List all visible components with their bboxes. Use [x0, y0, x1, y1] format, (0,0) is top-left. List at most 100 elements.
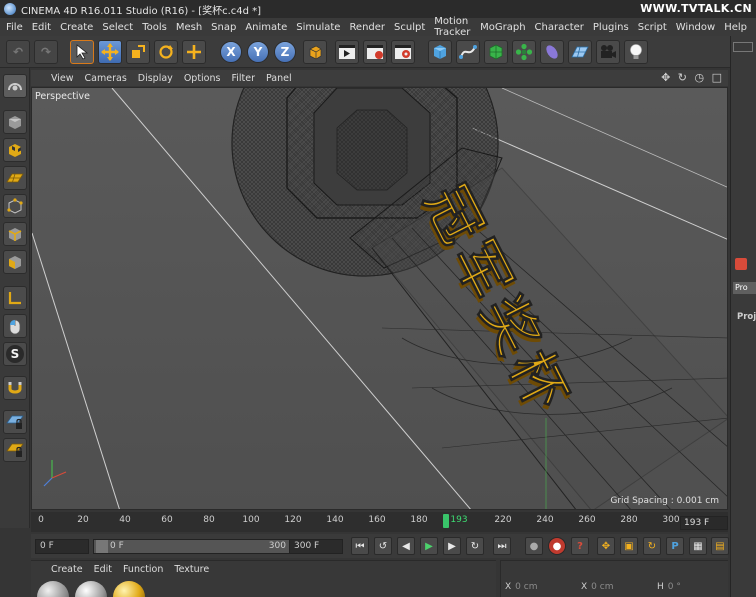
- camera-icon[interactable]: [596, 40, 620, 64]
- solo-icon[interactable]: S: [3, 342, 27, 366]
- timeline-window-icon[interactable]: ▤: [711, 537, 729, 555]
- range-slider-handle[interactable]: [96, 540, 108, 553]
- viewport-menu-filter[interactable]: Filter: [231, 73, 255, 84]
- scale-icon[interactable]: [126, 40, 150, 64]
- menu-simulate[interactable]: Simulate: [296, 22, 340, 33]
- layout-icon[interactable]: [3, 74, 27, 98]
- viewport-camera-label[interactable]: Perspective: [35, 91, 90, 102]
- redo-icon[interactable]: ↷: [34, 40, 58, 64]
- coord-x-size[interactable]: X0 cm: [581, 582, 613, 592]
- perspective-viewport[interactable]: 冠军奖杯 冠军奖杯 Perspective Grid Spacing : 0.0…: [31, 87, 728, 510]
- viewport-menu-panel[interactable]: Panel: [266, 73, 292, 84]
- viewport-menu-options[interactable]: Options: [184, 73, 221, 84]
- polygons-mode-icon[interactable]: [3, 250, 27, 274]
- render-picture-viewer-icon[interactable]: [363, 40, 387, 64]
- coord-x-label: X: [505, 582, 512, 592]
- key-position-icon[interactable]: ✥: [597, 537, 615, 555]
- menu-motion-tracker[interactable]: Motion Tracker: [434, 16, 471, 38]
- tweak-mode-icon[interactable]: [3, 314, 27, 338]
- coord-x-position[interactable]: X0 cm: [505, 582, 537, 592]
- menu-character[interactable]: Character: [535, 22, 584, 33]
- menu-mograph[interactable]: MoGraph: [480, 22, 525, 33]
- render-view-icon[interactable]: [335, 40, 359, 64]
- viewport-menu-display[interactable]: Display: [138, 73, 173, 84]
- model-mode-icon[interactable]: [3, 110, 27, 134]
- points-mode-icon[interactable]: [3, 194, 27, 218]
- play-icon[interactable]: ▶: [420, 537, 438, 555]
- project-tab[interactable]: Pro: [733, 282, 756, 294]
- menu-help[interactable]: Help: [724, 22, 747, 33]
- timeline-ruler[interactable]: 0 20 40 60 80 100 120 140 160 180 220 24…: [31, 512, 728, 532]
- menu-edit[interactable]: Edit: [32, 22, 51, 33]
- menu-plugins[interactable]: Plugins: [593, 22, 629, 33]
- key-pla-icon[interactable]: ▦: [689, 537, 707, 555]
- viewport-scene: 冠军奖杯 冠军奖杯: [32, 88, 727, 509]
- end-frame-field[interactable]: 300 F: [289, 539, 343, 554]
- menu-mesh[interactable]: Mesh: [176, 22, 202, 33]
- autokey-icon[interactable]: ●: [548, 537, 566, 555]
- floor-icon[interactable]: [568, 40, 592, 64]
- workplane-lock-icon[interactable]: [3, 438, 27, 462]
- cube-icon[interactable]: [428, 40, 452, 64]
- rotate-icon[interactable]: [154, 40, 178, 64]
- axis-mode-icon[interactable]: [3, 286, 27, 310]
- z-axis-lock-icon[interactable]: Z: [274, 41, 296, 63]
- menu-script[interactable]: Script: [638, 22, 667, 33]
- undo-icon[interactable]: ↶: [6, 40, 30, 64]
- deformer-icon[interactable]: [540, 40, 564, 64]
- x-axis-lock-icon[interactable]: X: [220, 41, 242, 63]
- menu-animate[interactable]: Animate: [245, 22, 287, 33]
- previous-frame-icon[interactable]: ◀: [397, 537, 415, 555]
- key-scale-icon[interactable]: ▣: [620, 537, 638, 555]
- texture-mode-icon[interactable]: [3, 138, 27, 162]
- previous-key-icon[interactable]: ↺: [374, 537, 392, 555]
- grid-lock-icon[interactable]: [3, 410, 27, 434]
- keyframe-selection-icon[interactable]: ?: [571, 537, 589, 555]
- next-frame-icon[interactable]: ▶: [443, 537, 461, 555]
- coord-h-rotation[interactable]: H0 °: [657, 582, 681, 592]
- subdivision-surface-icon[interactable]: [484, 40, 508, 64]
- workplane-icon[interactable]: [3, 166, 27, 190]
- current-frame-field[interactable]: 193 F: [680, 516, 728, 530]
- menu-select[interactable]: Select: [102, 22, 133, 33]
- key-parameter-icon[interactable]: P: [666, 537, 684, 555]
- array-icon[interactable]: [512, 40, 536, 64]
- move-icon[interactable]: [98, 40, 122, 64]
- material-swatch[interactable]: [75, 581, 107, 597]
- menu-tools[interactable]: Tools: [142, 22, 167, 33]
- key-rotation-icon[interactable]: ↻: [643, 537, 661, 555]
- world-coordinates-icon[interactable]: [303, 40, 327, 64]
- start-frame-field[interactable]: 0 F: [35, 539, 89, 554]
- frame-range-slider[interactable]: 0 F 300 F: [93, 539, 299, 554]
- material-menu-edit[interactable]: Edit: [94, 564, 112, 575]
- light-icon[interactable]: [624, 40, 648, 64]
- material-swatch[interactable]: [37, 581, 69, 597]
- go-to-start-icon[interactable]: ⏮: [351, 537, 369, 555]
- menu-sculpt[interactable]: Sculpt: [394, 22, 425, 33]
- playhead[interactable]: [443, 514, 449, 528]
- record-active-icon[interactable]: ●: [525, 537, 543, 555]
- material-swatch[interactable]: [113, 581, 145, 597]
- next-key-icon[interactable]: ↻: [466, 537, 484, 555]
- pen-spline-icon[interactable]: [456, 40, 480, 64]
- material-menu-create[interactable]: Create: [51, 564, 83, 575]
- edges-mode-icon[interactable]: [3, 222, 27, 246]
- project-settings-icon[interactable]: [735, 258, 747, 270]
- material-menu-texture[interactable]: Texture: [174, 564, 209, 575]
- menu-window[interactable]: Window: [676, 22, 715, 33]
- go-to-end-icon[interactable]: ⏭: [493, 537, 511, 555]
- snap-icon[interactable]: [3, 376, 27, 400]
- material-menu-function[interactable]: Function: [123, 564, 163, 575]
- live-selection-icon[interactable]: [70, 40, 94, 64]
- viewport-menu-view[interactable]: View: [51, 73, 74, 84]
- viewport-navigation-icons[interactable]: ✥ ↻ ◷ □: [661, 71, 724, 84]
- add-icon[interactable]: [182, 40, 206, 64]
- y-axis-lock-icon[interactable]: Y: [247, 41, 269, 63]
- menu-create[interactable]: Create: [60, 22, 93, 33]
- object-manager-header[interactable]: [733, 42, 753, 52]
- menu-snap[interactable]: Snap: [211, 22, 236, 33]
- render-settings-icon[interactable]: [391, 40, 415, 64]
- menu-render[interactable]: Render: [349, 22, 385, 33]
- viewport-menu-cameras[interactable]: Cameras: [85, 73, 127, 84]
- menu-file[interactable]: File: [6, 22, 23, 33]
